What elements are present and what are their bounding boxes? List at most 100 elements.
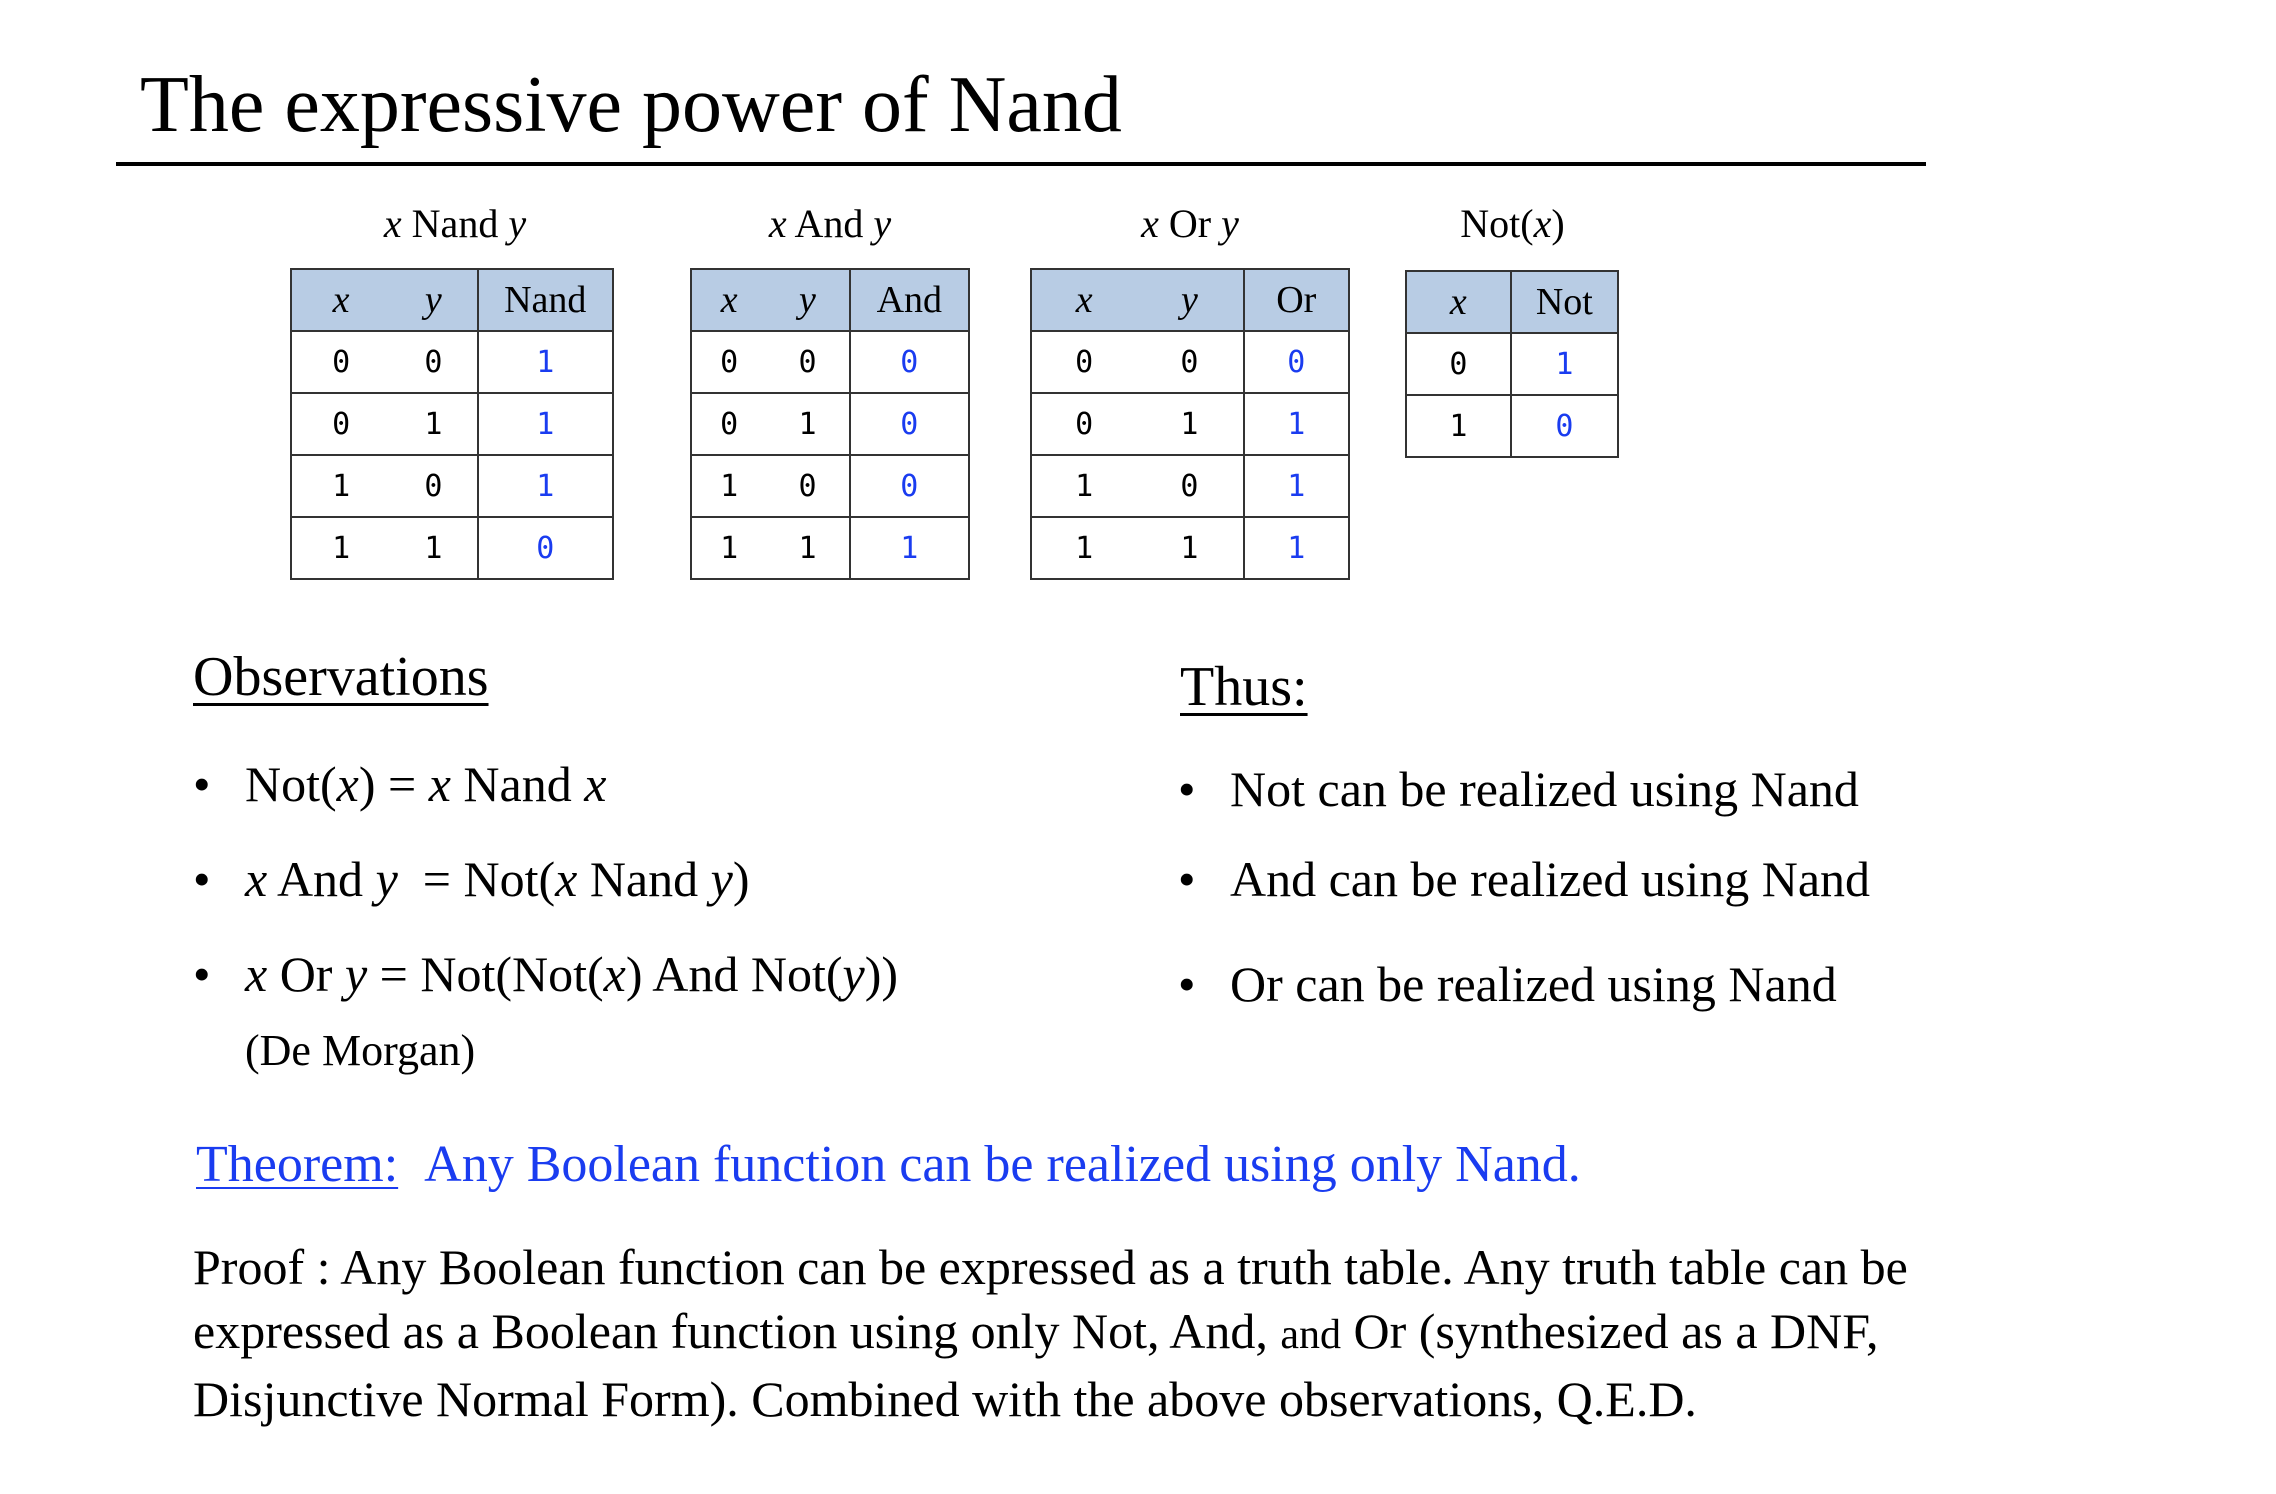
input-cell: 1: [1136, 516, 1245, 580]
table-row: 0 0 0: [691, 330, 969, 394]
input-cell: 1: [1031, 516, 1137, 580]
output-cell: 1: [1242, 516, 1349, 580]
output-cell: 1: [1242, 392, 1349, 456]
observation-item: • x And y = Not(x Nand y): [193, 850, 750, 908]
input-cell: 0: [766, 454, 851, 518]
table-row: 1 0 1: [1031, 454, 1349, 518]
input-cell: 0: [291, 392, 391, 456]
output-cell: 1: [476, 330, 613, 394]
table-row: 0 0 0: [1031, 330, 1349, 394]
formula-text: And: [267, 851, 376, 907]
table-row: 0 1: [1405, 332, 1618, 396]
caption-op: Nand: [411, 201, 499, 246]
bullet-icon: •: [193, 756, 211, 812]
output-cell: 0: [476, 516, 613, 580]
table-row: 0 1 0: [691, 392, 969, 456]
proof-paragraph: Proof : Any Boolean function can be expr…: [193, 1235, 2093, 1431]
table-row: 1 1 1: [691, 516, 969, 580]
formula-text: ) =: [358, 756, 429, 812]
formula-text: Nand: [450, 756, 585, 812]
caption-var: y: [873, 201, 892, 246]
table-header-row: x y Or: [1029, 268, 1351, 332]
formula-text: Not(: [245, 756, 337, 812]
caption-op: Or: [1168, 201, 1212, 246]
input-cell: 1: [390, 516, 479, 580]
or-truth-table: x y Or 0 0 0 0 1 1 1 0 1 1 1 1: [1029, 268, 1351, 580]
input-cell: 0: [291, 330, 391, 394]
output-cell: 0: [848, 392, 969, 456]
output-cell: 0: [1242, 330, 1349, 394]
table-header-row: x y And: [689, 268, 971, 332]
table-row: 0 1 1: [291, 392, 613, 456]
observation-item: • Not(x) = x Nand x: [193, 755, 606, 813]
column-header: y: [766, 268, 851, 332]
input-cell: 0: [1031, 330, 1137, 394]
conclusion-item: • And can be realized using Nand: [1178, 850, 1870, 908]
table-row: 0 1 1: [1031, 392, 1349, 456]
table-header-row: x Not: [1405, 270, 1620, 334]
caption-var: y: [1221, 201, 1239, 246]
output-cell: 1: [1509, 332, 1618, 396]
conclusion-item: • Or can be realized using Nand: [1178, 955, 1837, 1013]
column-header: Not: [1509, 270, 1620, 334]
caption-op: ): [1551, 201, 1565, 246]
bullet-icon: •: [1178, 956, 1196, 1012]
output-cell: 0: [1509, 394, 1618, 458]
theorem-label: Theorem:: [196, 1136, 399, 1193]
input-cell: 1: [766, 392, 851, 456]
caption-var: x: [1141, 201, 1159, 246]
formula-text: ): [732, 851, 750, 907]
input-cell: 0: [1405, 332, 1512, 396]
table-header-row: x y Nand: [289, 268, 614, 332]
formula-var: y: [344, 946, 368, 1002]
formula-var: x: [584, 756, 607, 812]
and-truth-table: x y And 0 0 0 0 1 0 1 0 0 1 1 1: [689, 268, 971, 580]
column-header: y: [390, 268, 479, 332]
formula-var: x: [555, 851, 578, 907]
output-cell: 0: [848, 454, 969, 518]
input-cell: 0: [390, 330, 479, 394]
or-table-caption: x Or y: [1030, 200, 1350, 247]
formula-text: Or: [267, 946, 345, 1002]
page-title: The expressive power of Nand: [140, 61, 1122, 149]
caption-var: y: [508, 201, 527, 246]
column-header: x: [289, 268, 391, 332]
table-row: 0 0 1: [291, 330, 613, 394]
caption-op: Not(: [1460, 201, 1534, 246]
output-cell: 1: [476, 454, 613, 518]
bullet-icon: •: [193, 946, 211, 1002]
input-cell: 0: [766, 330, 851, 394]
formula-text: ) And Not(: [625, 946, 843, 1002]
formula-text: = Not(Not(: [367, 946, 604, 1002]
input-cell: 1: [1031, 454, 1137, 518]
formula-var: y: [375, 851, 398, 907]
input-cell: 0: [1031, 392, 1137, 456]
input-cell: 0: [691, 392, 767, 456]
formula-var: y: [710, 851, 733, 907]
de-morgan-note: (De Morgan): [245, 1026, 476, 1075]
observations-heading: Observations: [193, 646, 489, 708]
thus-heading: Thus:: [1180, 656, 1308, 718]
observation-item: • x Or y = Not(Not(x) And Not(y)): [193, 945, 898, 1003]
bullet-icon: •: [193, 851, 211, 907]
bullet-icon: •: [1178, 851, 1196, 907]
nand-truth-table: x y Nand 0 0 1 0 1 1 1 0 1 1 1 0: [289, 268, 614, 580]
table-row: 1 0 1: [291, 454, 613, 518]
and-table-caption: x And y: [690, 200, 970, 247]
conclusion-text: And can be realized using Nand: [1230, 851, 1871, 907]
input-cell: 1: [1405, 394, 1512, 458]
input-cell: 0: [1136, 454, 1245, 518]
theorem-text: Any Boolean function can be realized usi…: [424, 1136, 1581, 1193]
title-divider: [116, 162, 1926, 166]
input-cell: 1: [1136, 392, 1245, 456]
input-cell: 0: [1136, 330, 1245, 394]
caption-var: x: [383, 201, 402, 246]
input-cell: 1: [691, 516, 767, 580]
input-cell: 1: [390, 392, 479, 456]
formula-var: y: [842, 946, 865, 1002]
output-cell: 1: [476, 392, 613, 456]
formula-text: )): [864, 946, 899, 1002]
bullet-icon: •: [1178, 761, 1196, 817]
nand-table-caption: x Nand y: [290, 200, 620, 247]
not-truth-table: x Not 0 1 1 0: [1405, 270, 1620, 458]
